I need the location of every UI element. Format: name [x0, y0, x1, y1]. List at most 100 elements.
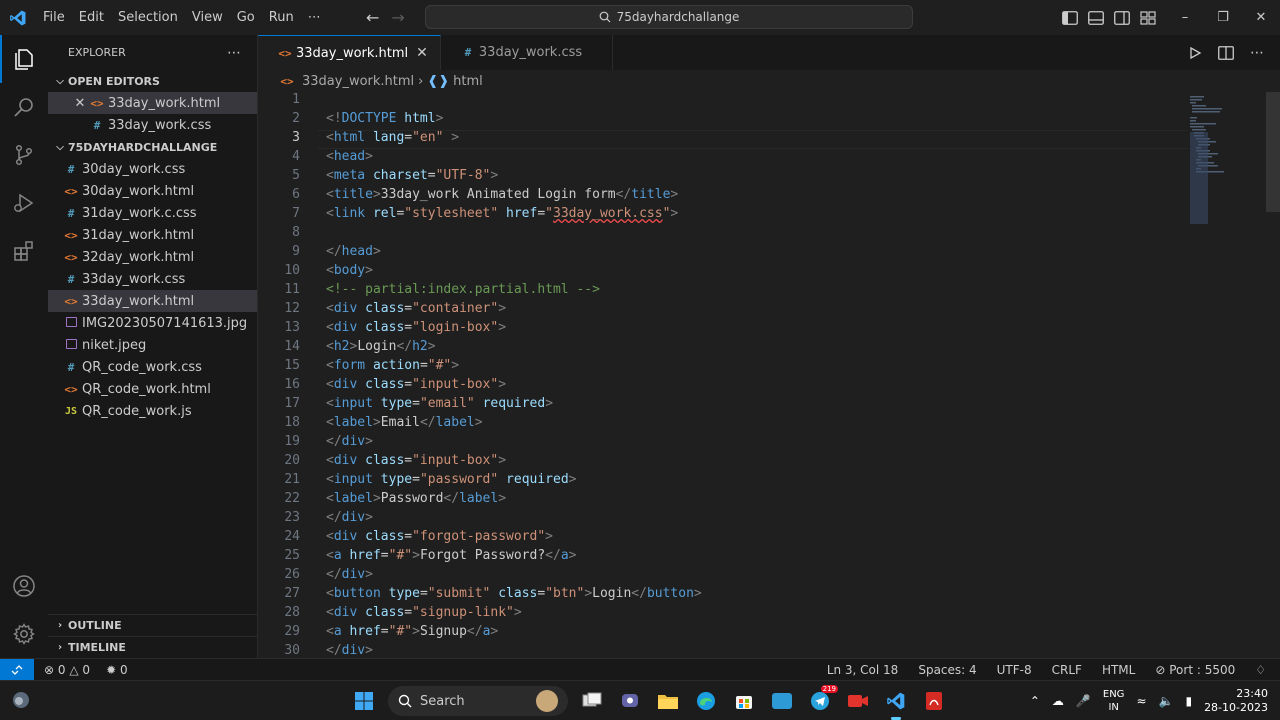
file-name: QR_code_work.js — [82, 403, 192, 419]
clock[interactable]: 23:40 28-10-2023 — [1204, 687, 1268, 715]
teams-chat-icon[interactable] — [616, 687, 644, 715]
language-mode[interactable]: HTML — [1102, 663, 1135, 677]
minimize-icon[interactable]: – — [1166, 0, 1204, 35]
menu-selection[interactable]: Selection — [111, 0, 185, 35]
remote-indicator[interactable] — [0, 658, 34, 681]
file-item[interactable]: IMG20230507141613.jpg — [48, 312, 257, 334]
file-item[interactable]: #30day_work.css — [48, 158, 257, 180]
close-icon[interactable]: ✕ — [416, 45, 428, 61]
toggle-secondary-sidebar-icon[interactable] — [1114, 10, 1130, 25]
file-item[interactable]: <> 32day_work.html — [48, 246, 257, 268]
start-button[interactable] — [350, 687, 378, 715]
edge-browser-icon[interactable] — [692, 687, 720, 715]
telegram-icon[interactable]: 219 — [806, 685, 838, 715]
file-explorer-icon[interactable] — [654, 687, 682, 715]
pdf-reader-icon[interactable] — [920, 687, 948, 715]
live-server-port[interactable]: ⊘ Port : 5500 — [1155, 663, 1235, 677]
menu-file[interactable]: File — [36, 0, 72, 35]
input-language[interactable]: ENG IN — [1103, 688, 1125, 714]
vscode-taskbar-icon[interactable] — [882, 687, 910, 720]
line-number: 6 — [292, 187, 300, 202]
menu-view[interactable]: View — [185, 0, 230, 35]
code-line: <a href="#">Signup</a> — [326, 624, 499, 639]
breadcrumb-file[interactable]: 33day_work.html — [302, 74, 414, 89]
file-item[interactable]: <> 30day_work.html — [48, 180, 257, 202]
file-item[interactable]: JS QR_code_work.js — [48, 400, 257, 422]
more-actions-icon[interactable]: ⋯ — [227, 45, 241, 61]
file-item[interactable]: <> 31day_work.html — [48, 224, 257, 246]
line-number: 27 — [284, 586, 300, 601]
menu-more[interactable]: ⋯ — [301, 0, 328, 35]
css-file-icon: # — [464, 46, 472, 59]
file-item[interactable]: <> QR_code_work.html — [48, 378, 257, 400]
extensions-activity[interactable] — [0, 227, 48, 275]
more-actions-icon[interactable]: ⋯ — [1250, 45, 1264, 61]
microsoft-store-icon[interactable] — [730, 687, 758, 715]
ports-indicator[interactable]: ✹ 0 — [106, 663, 128, 677]
code-line: <div class="container"> — [326, 301, 507, 316]
search-activity[interactable] — [0, 83, 48, 131]
problems-indicator[interactable]: ⊗ 0 △ 0 — [44, 663, 90, 677]
command-center[interactable]: 75dayhardchallange — [425, 5, 913, 29]
file-item[interactable]: <> 33day_work.html — [48, 290, 257, 312]
line-number: 26 — [284, 567, 300, 582]
weather-icon[interactable] — [10, 689, 32, 715]
open-editors-header[interactable]: ⌵ OPEN EDITORS — [48, 70, 257, 92]
vertical-scrollbar[interactable] — [1266, 92, 1280, 212]
manage-activity[interactable] — [0, 610, 48, 658]
back-arrow-icon[interactable]: ← — [366, 8, 379, 27]
explorer-title: EXPLORER — [68, 46, 126, 59]
screen-recorder-icon[interactable] — [844, 687, 872, 715]
toggle-primary-sidebar-icon[interactable] — [1062, 10, 1078, 25]
run-icon[interactable] — [1188, 46, 1202, 60]
outline-header[interactable]: › OUTLINE — [48, 614, 258, 636]
run-debug-activity[interactable] — [0, 179, 48, 227]
file-item[interactable]: niket.jpeg — [48, 334, 257, 356]
explorer-activity[interactable] — [0, 35, 48, 83]
open-editor-item[interactable]: ✕ <> 33day_work.html — [48, 92, 257, 114]
tab-bar: <> 33day_work.html ✕ # 33day_work.css ⋯ — [258, 35, 1280, 70]
end-of-line[interactable]: CRLF — [1052, 663, 1082, 677]
task-view-icon[interactable] — [578, 687, 606, 715]
timeline-header[interactable]: › TIMELINE — [48, 636, 258, 658]
breadcrumb-symbol[interactable]: html — [453, 74, 483, 89]
toggle-panel-icon[interactable] — [1088, 10, 1104, 25]
menu-run[interactable]: Run — [262, 0, 301, 35]
chevron-up-icon[interactable]: ⌃ — [1030, 694, 1040, 708]
encoding[interactable]: UTF-8 — [997, 663, 1032, 677]
microphone-icon[interactable]: 🎤 — [1076, 694, 1091, 708]
battery-icon[interactable]: ▮ — [1185, 694, 1192, 708]
menu-go[interactable]: Go — [230, 0, 262, 35]
cloud-offline-icon[interactable]: ☁ — [1052, 694, 1064, 708]
accounts-activity[interactable] — [0, 562, 48, 610]
taskbar-search[interactable]: Search — [388, 686, 568, 716]
file-item[interactable]: #33day_work.css — [48, 268, 257, 290]
customize-layout-icon[interactable] — [1140, 10, 1156, 25]
menu-edit[interactable]: Edit — [72, 0, 111, 35]
file-item[interactable]: # QR_code_work.css — [48, 356, 257, 378]
source-control-activity[interactable] — [0, 131, 48, 179]
folder-header[interactable]: ⌵ 75DAYHARDCHALLANGE — [48, 136, 257, 158]
tab-33day-work-html[interactable]: <> 33day_work.html ✕ — [258, 35, 441, 70]
remote-icon — [11, 664, 23, 675]
indentation[interactable]: Spaces: 4 — [918, 663, 976, 677]
volume-icon[interactable]: 🔈 — [1159, 694, 1174, 708]
line-number: 10 — [284, 263, 300, 278]
minimap[interactable] — [1188, 92, 1248, 292]
restore-icon[interactable]: ❐ — [1204, 0, 1242, 35]
wifi-icon[interactable]: ≈ — [1136, 694, 1146, 708]
line-number: 4 — [292, 149, 300, 164]
open-editor-item[interactable]: # 33day_work.css — [48, 114, 257, 136]
split-editor-icon[interactable] — [1218, 45, 1234, 60]
windows-taskbar: Search 219 ⌃ ☁ 🎤 ENG IN ≈ 🔈 ▮ 23:40 28-1… — [0, 680, 1280, 720]
code-editor[interactable]: 1 2 <!DOCTYPE html> 3 <html lang="en" > 4 <… — [258, 92, 1280, 658]
forward-arrow-icon[interactable]: → — [391, 8, 404, 27]
close-icon[interactable]: ✕ — [72, 96, 88, 111]
file-name: niket.jpeg — [82, 337, 147, 353]
file-item[interactable]: #31day_work.c.css — [48, 202, 257, 224]
tab-33day-work-css[interactable]: # 33day_work.css — [441, 35, 614, 70]
cursor-position[interactable]: Ln 3, Col 18 — [827, 663, 899, 677]
notifications-bell-icon[interactable]: ♢ — [1255, 663, 1266, 677]
myjio-app-icon[interactable] — [768, 687, 796, 715]
close-window-icon[interactable]: ✕ — [1242, 0, 1280, 35]
